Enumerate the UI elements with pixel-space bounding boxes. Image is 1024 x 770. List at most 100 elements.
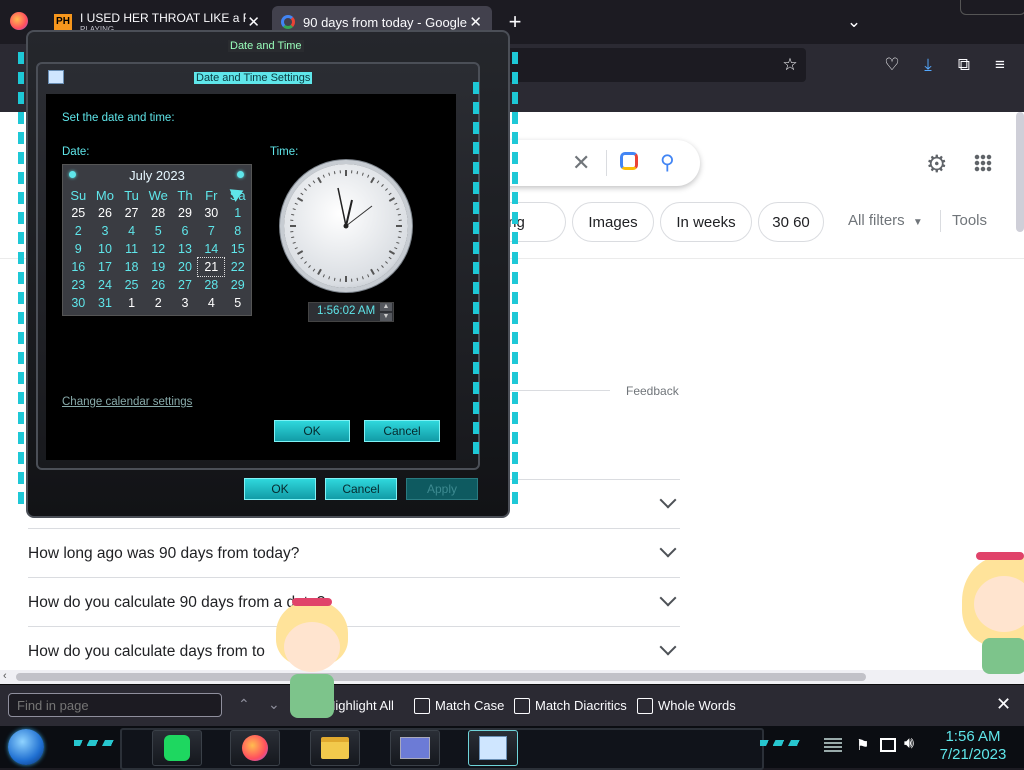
ok-button[interactable]: OK (274, 420, 350, 442)
calendar-day[interactable]: 10 (92, 240, 119, 258)
calendar-day[interactable]: 12 (145, 240, 172, 258)
calendar-day[interactable]: 25 (118, 276, 144, 294)
calendar-day[interactable]: 6 (172, 222, 198, 240)
calendar-day-selected[interactable]: 21 (198, 258, 224, 276)
calendar-day[interactable]: 8 (224, 222, 251, 240)
close-find-bar-icon[interactable]: ✕ (996, 694, 1011, 715)
taskbar-firefox[interactable] (230, 730, 280, 766)
gear-icon[interactable]: ⚙ (926, 150, 948, 179)
find-previous-icon[interactable]: ⌃ (238, 696, 250, 713)
close-icon[interactable]: ✕ (469, 13, 482, 31)
calendar-day[interactable]: 30 (198, 204, 224, 222)
network-icon[interactable] (880, 738, 896, 752)
chevron-down-icon[interactable]: ⌄ (840, 8, 868, 36)
calendar-day[interactable]: 7 (198, 222, 224, 240)
time-spinner[interactable]: 1:56:02 AM ▲ ▼ (308, 302, 394, 322)
firefox-menu-icon[interactable] (10, 12, 28, 30)
flag-icon[interactable]: ⚑ (856, 736, 869, 754)
calendar-day[interactable]: 24 (92, 276, 119, 294)
horizontal-scrollbar[interactable]: ‹ (0, 670, 1024, 684)
next-month-icon[interactable] (237, 171, 244, 178)
window-minimize-area[interactable] (960, 0, 1024, 15)
calendar-day[interactable]: 28 (145, 204, 172, 222)
calendar-day[interactable]: 5 (224, 294, 251, 312)
calendar-day[interactable]: 27 (172, 276, 198, 294)
calendar-day[interactable]: 1 (224, 204, 251, 222)
calendar-day[interactable]: 30 (65, 294, 92, 312)
filter-chip-in-weeks[interactable]: In weeks (660, 202, 752, 242)
volume-icon[interactable]: 🔊︎ (904, 735, 914, 753)
calendar-day[interactable]: 9 (65, 240, 92, 258)
clock[interactable]: 1:56 AM 7/21/2023 (928, 728, 1018, 764)
calendar-day[interactable]: 31 (92, 294, 119, 312)
show-hidden-icons[interactable] (824, 738, 842, 752)
outer-apply-button[interactable]: Apply (406, 478, 478, 500)
calendar-day[interactable]: 25 (65, 204, 92, 222)
taskbar-spotify[interactable] (152, 730, 202, 766)
calendar-day[interactable]: 4 (198, 294, 224, 312)
question-row[interactable]: How long ago was 90 days from today? (28, 528, 680, 578)
calendar-day[interactable]: 26 (92, 204, 119, 222)
calendar-day[interactable]: 11 (118, 240, 144, 258)
find-input[interactable] (8, 693, 222, 717)
vertical-scrollbar[interactable] (1016, 112, 1024, 232)
match-diacritics-label[interactable]: Match Diacritics (535, 698, 627, 713)
calendar-day[interactable]: 27 (118, 204, 144, 222)
calendar-day[interactable]: 29 (172, 204, 198, 222)
outer-ok-button[interactable]: OK (244, 478, 316, 500)
filter-chip-images[interactable]: Images (572, 202, 654, 242)
download-icon[interactable]: ⤓ (914, 51, 942, 79)
outer-cancel-button[interactable]: Cancel (325, 478, 397, 500)
match-diacritics-checkbox[interactable] (514, 698, 530, 714)
scrollbar-thumb[interactable] (16, 673, 866, 681)
apps-grid-icon[interactable] (974, 154, 992, 172)
menu-icon[interactable]: ≡ (986, 51, 1014, 79)
extensions-icon[interactable]: ⧉ (950, 51, 978, 79)
calendar-day[interactable]: 18 (118, 258, 144, 276)
search-icon[interactable]: ⚲ (660, 150, 675, 175)
feedback-link[interactable]: Feedback (626, 384, 679, 398)
calendar-day[interactable]: 2 (65, 222, 92, 240)
url-bar[interactable] (500, 48, 806, 82)
calendar-day[interactable]: 29 (224, 276, 251, 294)
taskbar-control-panel[interactable] (390, 730, 440, 766)
spin-down-icon[interactable]: ▼ (380, 313, 392, 321)
calendar-day[interactable]: 22 (224, 258, 251, 276)
bookmark-star-icon[interactable]: ☆ (776, 51, 804, 79)
whole-words-label[interactable]: Whole Words (658, 698, 736, 713)
calendar-day[interactable]: 26 (145, 276, 172, 294)
calendar-day[interactable]: 2 (145, 294, 172, 312)
camera-search-icon[interactable] (620, 152, 638, 170)
calendar-day[interactable]: 3 (172, 294, 198, 312)
calendar-day[interactable]: 19 (145, 258, 172, 276)
clear-icon[interactable]: ✕ (572, 150, 590, 176)
month-year-header[interactable]: July 2023 (63, 168, 251, 183)
calendar-day[interactable]: 5 (145, 222, 172, 240)
calendar-day[interactable]: 20 (172, 258, 198, 276)
calendar-day[interactable]: 16 (65, 258, 92, 276)
tools-button[interactable]: Tools (952, 212, 987, 229)
all-filters-button[interactable]: All filters ▼ (848, 212, 923, 229)
calendar-day[interactable]: 28 (198, 276, 224, 294)
start-orb-icon[interactable] (8, 729, 44, 765)
taskbar-date-time[interactable] (468, 730, 518, 766)
calendar-day[interactable]: 13 (172, 240, 198, 258)
change-calendar-settings-link[interactable]: Change calendar settings (62, 396, 192, 408)
calendar-day[interactable]: 23 (65, 276, 92, 294)
calendar-day[interactable]: 4 (118, 222, 144, 240)
match-case-checkbox[interactable] (414, 698, 430, 714)
calendar-day[interactable]: 17 (92, 258, 119, 276)
cancel-button[interactable]: Cancel (364, 420, 440, 442)
match-case-label[interactable]: Match Case (435, 698, 504, 713)
pocket-icon[interactable]: ♡ (878, 51, 906, 79)
taskbar-file-explorer[interactable] (310, 730, 360, 766)
calendar-day[interactable]: 14 (198, 240, 224, 258)
close-icon[interactable]: ✕ (247, 13, 260, 31)
whole-words-checkbox[interactable] (637, 698, 653, 714)
spin-up-icon[interactable]: ▲ (380, 303, 392, 311)
calendar-day[interactable]: 15 (224, 240, 251, 258)
calendar-day[interactable]: 1 (118, 294, 144, 312)
filter-chip-30-60[interactable]: 30 60 (758, 202, 824, 242)
scroll-left-arrow-icon[interactable]: ‹ (3, 670, 7, 682)
calendar-day[interactable]: 3 (92, 222, 119, 240)
